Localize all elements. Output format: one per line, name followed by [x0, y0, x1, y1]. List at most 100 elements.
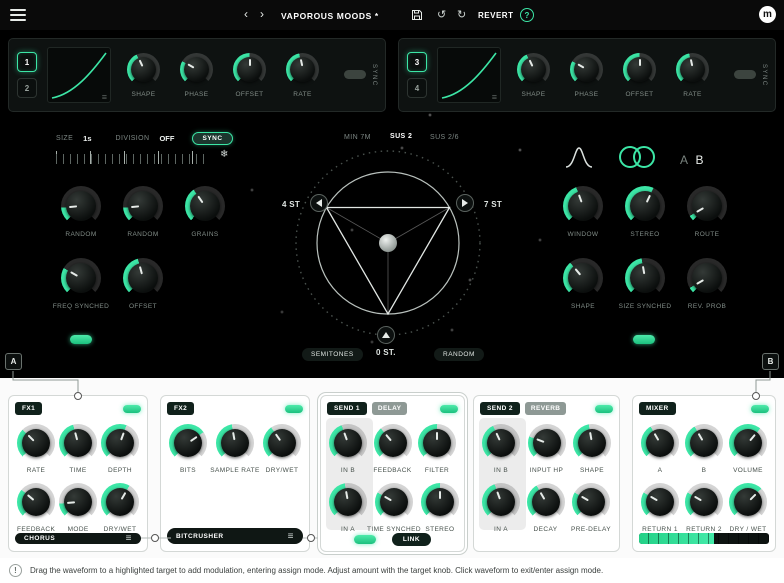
send2-in-b-knob[interactable]: [482, 424, 520, 462]
lfo-select-3[interactable]: 3: [407, 52, 427, 72]
send1-in-a-knob[interactable]: [329, 483, 367, 521]
preset-title[interactable]: VAPOROUS MOODS *: [281, 11, 379, 21]
lfo-waveform-left[interactable]: ≡: [47, 47, 111, 103]
freeze-icon[interactable]: ❄: [220, 149, 228, 160]
lfo1-phase-knob[interactable]: [180, 52, 213, 86]
size-synched-knob[interactable]: [625, 258, 665, 298]
fx2-type-selector[interactable]: BITCRUSHER ≡: [167, 528, 303, 544]
fx1-panel: FX1 RATE TIME DEPTH FEEDBACK MODE DRY/WE…: [8, 395, 148, 552]
send1-feedback-knob[interactable]: [373, 424, 412, 462]
prev-preset-button[interactable]: ‹: [244, 7, 248, 21]
lfo-waveform-right[interactable]: ≡: [437, 47, 501, 103]
send1-power-led[interactable]: [440, 404, 458, 413]
fx1-feedback-knob[interactable]: [17, 483, 56, 521]
freq-synched-toggle[interactable]: [70, 335, 92, 344]
fx1-depth-knob[interactable]: [101, 424, 139, 462]
mixer-drywet-knob[interactable]: [729, 483, 767, 521]
fx2-power-led[interactable]: [285, 404, 303, 413]
send1-sync-toggle[interactable]: [353, 535, 376, 544]
mixer-a-knob[interactable]: [641, 424, 679, 462]
grain-offset-knob[interactable]: [123, 258, 163, 298]
mixer-return2-knob[interactable]: [685, 483, 723, 521]
undo-icon[interactable]: ↺: [437, 8, 446, 21]
size-synched-toggle[interactable]: [633, 335, 655, 344]
mixer-b-knob[interactable]: [685, 424, 723, 462]
lfo3-sync-toggle[interactable]: [734, 70, 756, 80]
lfo1-shape-label: SHAPE: [131, 90, 156, 98]
route-ab-selector[interactable]: A B: [680, 153, 704, 167]
fx2-bits-knob[interactable]: [169, 424, 207, 462]
window-curve-icon[interactable]: [564, 145, 594, 174]
send1-stereo-knob[interactable]: [420, 483, 459, 521]
lfo3-shape-knob[interactable]: [517, 52, 550, 86]
send2-in-a-knob[interactable]: [482, 483, 520, 521]
window-knob[interactable]: [563, 186, 603, 226]
mixer-power-led[interactable]: [751, 404, 769, 413]
send2-pre-delay-knob[interactable]: [572, 483, 611, 521]
send2-decay-knob[interactable]: [526, 483, 565, 521]
lfo1-rate-knob[interactable]: [286, 52, 319, 86]
send2-input-hp-knob[interactable]: [527, 424, 566, 462]
brand-logo[interactable]: m: [759, 6, 776, 23]
send1-filter-knob[interactable]: [418, 424, 456, 462]
fx2-samplerate-knob[interactable]: [216, 424, 254, 462]
menu-icon[interactable]: [10, 9, 26, 21]
fx1-rate-label: RATE: [26, 467, 46, 474]
pitch-left-button[interactable]: [310, 194, 328, 212]
pitch-random-button[interactable]: RANDOM: [434, 348, 484, 361]
pitch-wheel[interactable]: [288, 143, 488, 343]
send2-shape-knob[interactable]: [573, 424, 611, 462]
redo-icon[interactable]: ↻: [457, 8, 466, 21]
pitch-right-button[interactable]: [456, 194, 474, 212]
route-b-label[interactable]: B: [696, 153, 705, 167]
fx1-type-selector[interactable]: CHORUS ≡: [15, 533, 141, 544]
size-ruler-slider[interactable]: [56, 151, 208, 164]
route-knob[interactable]: [687, 186, 727, 226]
route-a-label[interactable]: A: [680, 153, 689, 167]
send1-link-button[interactable]: LINK: [391, 533, 432, 546]
out-shape-knob[interactable]: [563, 258, 603, 298]
pitch-bottom-button[interactable]: [377, 326, 395, 344]
fx1-power-led[interactable]: [123, 404, 141, 413]
help-icon[interactable]: ?: [520, 8, 534, 22]
rev-prob-knob[interactable]: [687, 258, 727, 298]
grains-knob[interactable]: [185, 186, 225, 226]
selector-grip-icon: ≡: [125, 533, 132, 544]
fx1-time-knob[interactable]: [59, 424, 97, 462]
lfo-select-4[interactable]: 4: [407, 78, 427, 98]
semitones-button[interactable]: SEMITONES: [302, 348, 363, 361]
mixer-volume-knob[interactable]: [729, 424, 767, 462]
stereo-knob[interactable]: [625, 186, 665, 226]
fx1-drywet-knob[interactable]: [101, 483, 139, 521]
next-preset-button[interactable]: ›: [260, 7, 264, 21]
send1-time-synched-knob[interactable]: [374, 483, 413, 521]
lfo3-phase-knob[interactable]: [570, 52, 603, 86]
mixer-return1-knob[interactable]: [641, 483, 679, 521]
size-synched-label: SIZE SYNCHED: [618, 303, 672, 310]
fx2-drywet-knob[interactable]: [263, 424, 301, 462]
lfo1-sync-toggle[interactable]: [344, 70, 366, 80]
send2-power-led[interactable]: [595, 404, 613, 413]
lfo3-offset-knob[interactable]: [623, 52, 656, 86]
lfo-select-1[interactable]: 1: [17, 52, 37, 72]
grain-random-pos-knob[interactable]: [123, 186, 163, 226]
lfo-select-2[interactable]: 2: [17, 78, 37, 98]
grain-random-size-knob[interactable]: [61, 186, 101, 226]
fx2-samplerate-label: SAMPLE RATE: [210, 467, 260, 474]
fx1-mode-knob[interactable]: [59, 483, 98, 521]
lfo1-shape-knob[interactable]: [127, 52, 160, 86]
send1-filter-label: FILTER: [424, 467, 450, 474]
size-value[interactable]: 1s: [83, 134, 91, 143]
revert-button[interactable]: REVERT: [478, 11, 513, 20]
lfo3-rate-knob[interactable]: [676, 52, 709, 86]
stereo-circles-icon[interactable]: [616, 144, 658, 175]
fx1-rate-knob[interactable]: [17, 424, 55, 462]
lfo1-offset-knob[interactable]: [233, 52, 266, 86]
mod-source-b[interactable]: B: [762, 353, 779, 370]
mod-source-a[interactable]: A: [5, 353, 22, 370]
save-icon[interactable]: [411, 8, 423, 26]
send1-in-b-knob[interactable]: [329, 424, 367, 462]
freq-synched-knob[interactable]: [61, 258, 101, 298]
division-value[interactable]: OFF: [159, 134, 174, 143]
grain-sync-toggle[interactable]: SYNC: [192, 132, 233, 145]
